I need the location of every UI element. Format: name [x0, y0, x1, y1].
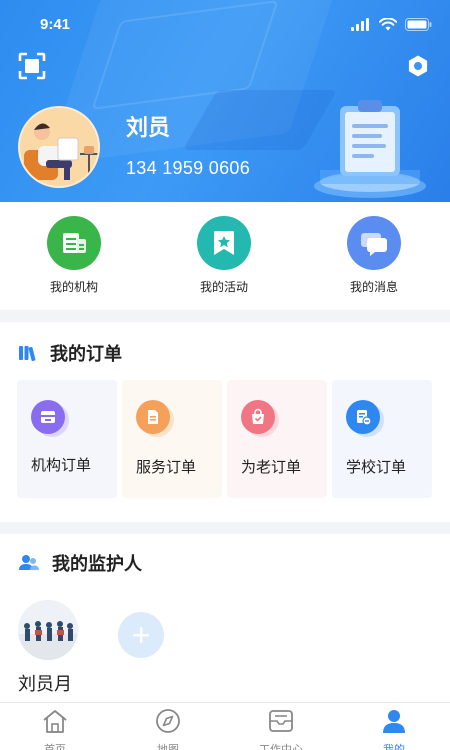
status-bar: 9:41 — [0, 0, 450, 50]
tab-map[interactable]: 地图 — [123, 707, 213, 750]
user-name: 刘员 — [126, 116, 171, 141]
guardians-title: 我的监护人 — [52, 554, 142, 575]
service-order-icon — [136, 400, 170, 434]
orders-section-title: 我的订单 — [18, 340, 122, 366]
avatar-illustration-icon — [20, 108, 98, 186]
order-type-service[interactable]: 服务订单 — [122, 380, 222, 498]
tab-label: 我的 — [383, 743, 405, 750]
wifi-icon — [379, 18, 397, 31]
settings-button[interactable] — [406, 54, 430, 78]
quick-item-my-activities[interactable]: 我的活动 — [164, 216, 284, 295]
order-type-label: 机构订单 — [31, 456, 92, 474]
tab-label: 地图 — [157, 743, 179, 750]
quick-item-my-messages[interactable]: 我的消息 — [314, 216, 434, 295]
people-icon — [19, 555, 39, 570]
institution-order-icon — [31, 400, 65, 434]
avatar[interactable] — [18, 106, 100, 188]
quick-item-label: 我的机构 — [49, 280, 98, 294]
books-icon — [19, 346, 36, 362]
tab-label: 工作中心 — [259, 743, 303, 750]
order-type-institution[interactable]: 机构订单 — [17, 380, 117, 498]
scan-icon — [18, 52, 46, 80]
user-icon — [383, 710, 405, 733]
quick-item-label: 我的消息 — [349, 280, 398, 294]
compass-icon — [156, 709, 180, 733]
order-type-label: 为老订单 — [241, 458, 302, 476]
bookmark-star-icon — [197, 216, 251, 270]
guardian-avatar[interactable] — [18, 600, 78, 660]
status-icons — [351, 18, 432, 31]
quick-menu: 我的机构 我的活动 我的消息 — [0, 202, 450, 310]
guardian-name: 刘员月 — [18, 674, 72, 695]
quick-item-my-institution[interactable]: 我的机构 — [14, 216, 134, 295]
status-time: 9:41 — [40, 16, 71, 33]
tab-me[interactable]: 我的 — [349, 707, 439, 750]
tab-work-center[interactable]: 工作中心 — [236, 707, 326, 750]
elderly-order-icon — [241, 400, 275, 434]
scan-button[interactable] — [18, 52, 46, 80]
tab-label: 首页 — [44, 743, 66, 750]
add-guardian-button[interactable] — [118, 612, 164, 658]
bottom-tab-bar: 首页 地图 工作中心 我的 — [0, 702, 450, 750]
battery-icon — [405, 18, 432, 31]
profile-header: 9:41 刘员 134 1959 0606 — [0, 0, 450, 202]
quick-item-label: 我的活动 — [199, 280, 248, 294]
order-type-label: 服务订单 — [136, 458, 197, 476]
orders-section: 我的订单 机构订单 服务订单 为老订单 学校订单 — [0, 322, 450, 522]
order-type-elderly[interactable]: 为老订单 — [227, 380, 327, 498]
order-type-school[interactable]: 学校订单 — [332, 380, 432, 498]
clipboard-illustration-icon — [314, 100, 426, 198]
plus-icon — [133, 627, 149, 643]
guardians-section-title: 我的监护人 — [18, 550, 142, 576]
home-icon — [43, 710, 67, 733]
tab-home[interactable]: 首页 — [10, 707, 100, 750]
guardian-group-photo-icon — [18, 600, 78, 660]
orders-title: 我的订单 — [50, 344, 122, 365]
institution-icon — [47, 216, 101, 270]
signal-icon — [351, 18, 369, 31]
guardians-section: 我的监护人 刘员月 — [0, 534, 450, 702]
message-icon — [347, 216, 401, 270]
settings-icon — [408, 55, 428, 77]
school-order-icon — [346, 400, 380, 434]
order-type-label: 学校订单 — [346, 458, 407, 476]
user-phone: 134 1959 0606 — [126, 158, 251, 178]
inbox-icon — [269, 710, 293, 732]
